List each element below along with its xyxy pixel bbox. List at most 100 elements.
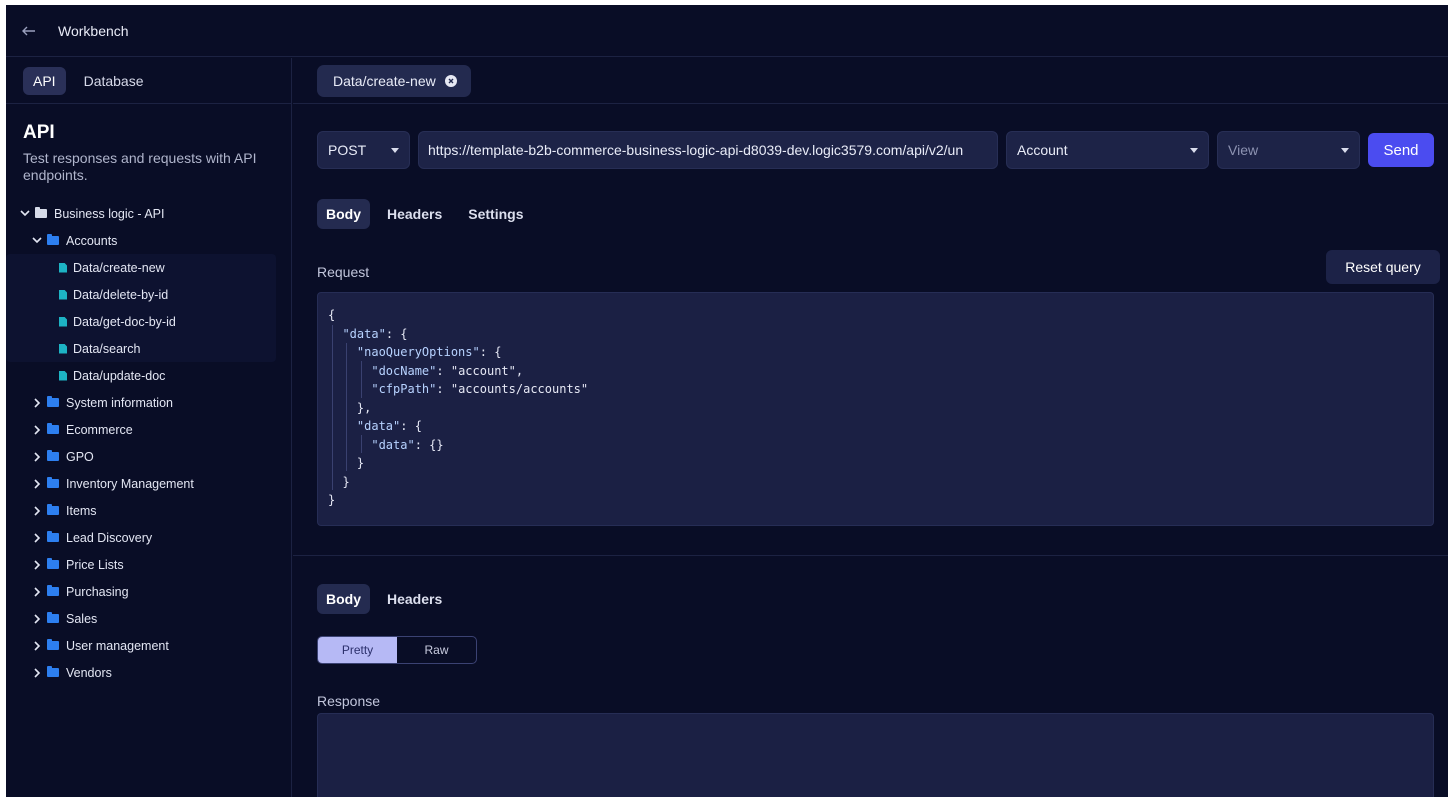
folder-icon bbox=[47, 504, 59, 515]
folder-icon bbox=[47, 477, 59, 488]
tree-folder[interactable]: GPO bbox=[6, 443, 291, 470]
open-tab[interactable]: Data/create-new bbox=[317, 64, 471, 97]
request-tabs: Body Headers Settings bbox=[317, 199, 533, 229]
tree-folder[interactable]: Ecommerce bbox=[6, 416, 291, 443]
code-line: "data": {} bbox=[371, 437, 444, 452]
sidebar-title: API bbox=[23, 122, 55, 143]
code-line: "naoQueryOptions": { bbox=[356, 345, 502, 359]
folder-icon bbox=[47, 666, 59, 677]
tree-folder[interactable]: Vendors bbox=[6, 659, 291, 686]
chevron-right-icon[interactable] bbox=[31, 451, 43, 463]
folder-icon bbox=[47, 558, 59, 569]
chevron-right-icon[interactable] bbox=[31, 505, 43, 517]
tree-root[interactable]: Business logic - API bbox=[6, 200, 291, 227]
caret-down-icon bbox=[1190, 147, 1198, 153]
tree-folder-label: Ecommerce bbox=[66, 422, 133, 437]
response-body-viewer[interactable] bbox=[317, 713, 1434, 797]
tree-folder[interactable]: Price Lists bbox=[6, 551, 291, 578]
response-label: Response bbox=[317, 693, 381, 709]
chevron-right-icon[interactable] bbox=[31, 397, 43, 409]
entity-select[interactable]: Account bbox=[1006, 131, 1209, 169]
top-bar: Workbench bbox=[6, 5, 1448, 57]
file-icon bbox=[59, 262, 67, 273]
tree-file[interactable]: Data/delete-by-id bbox=[6, 281, 291, 308]
tree-folder[interactable]: User management bbox=[6, 632, 291, 659]
chevron-down-icon[interactable] bbox=[31, 235, 43, 247]
folder-icon bbox=[47, 450, 59, 461]
chevron-down-icon[interactable] bbox=[19, 208, 31, 220]
raw-option[interactable]: Raw bbox=[397, 637, 476, 663]
chevron-right-icon[interactable] bbox=[31, 478, 43, 490]
request-row: POST https://template-b2b-commerce-busin… bbox=[317, 131, 1434, 169]
chevron-right-icon[interactable] bbox=[31, 667, 43, 679]
workbench-app: Workbench API Database API Test response… bbox=[6, 5, 1448, 797]
code-line: "docName": "account", bbox=[371, 363, 524, 378]
tree-file[interactable]: Data/create-new bbox=[6, 254, 291, 281]
tree-folder[interactable]: Lead Discovery bbox=[6, 524, 291, 551]
url-input[interactable]: https://template-b2b-commerce-business-l… bbox=[418, 131, 998, 169]
tree-root-label: Business logic - API bbox=[54, 206, 165, 221]
code-line: }, bbox=[328, 400, 372, 415]
tree-file-label: Data/create-new bbox=[73, 260, 165, 275]
code-line: } bbox=[328, 474, 350, 489]
back-arrow-icon[interactable] bbox=[20, 22, 38, 40]
chevron-right-icon[interactable] bbox=[31, 640, 43, 652]
tree-folder[interactable]: Inventory Management bbox=[6, 470, 291, 497]
tree-file[interactable]: Data/update-doc bbox=[6, 362, 291, 389]
caret-down-icon bbox=[1341, 147, 1349, 153]
tab-request-body[interactable]: Body bbox=[317, 199, 370, 229]
tab-database[interactable]: Database bbox=[74, 67, 154, 95]
folder-icon bbox=[47, 639, 59, 650]
tab-request-settings[interactable]: Settings bbox=[459, 199, 532, 229]
file-icon bbox=[59, 289, 67, 300]
main-panel: Data/create-new POST https://template-b2… bbox=[293, 58, 1448, 797]
tree-folder[interactable]: Items bbox=[6, 497, 291, 524]
method-value: POST bbox=[328, 142, 367, 158]
folder-icon bbox=[47, 234, 59, 245]
reset-query-button[interactable]: Reset query bbox=[1326, 250, 1440, 284]
tree-file[interactable]: Data/get-doc-by-id bbox=[6, 308, 291, 335]
code-line: "data": { bbox=[356, 419, 422, 433]
tree-file-label: Data/update-doc bbox=[73, 368, 166, 383]
folder-icon bbox=[47, 612, 59, 623]
close-icon[interactable] bbox=[444, 74, 457, 87]
chevron-right-icon[interactable] bbox=[31, 586, 43, 598]
tree-folder-label: GPO bbox=[66, 449, 94, 464]
pretty-option[interactable]: Pretty bbox=[318, 637, 397, 663]
sidebar-tabs: API Database bbox=[6, 58, 291, 104]
tree-folder-label: Price Lists bbox=[66, 557, 124, 572]
tree-folder-accounts[interactable]: Accounts bbox=[6, 227, 291, 254]
tree-folder-label: Items bbox=[66, 503, 97, 518]
send-button[interactable]: Send bbox=[1368, 133, 1434, 167]
code-line: "data": { bbox=[342, 326, 408, 341]
tree-folder-label: Purchasing bbox=[66, 584, 129, 599]
folder-icon bbox=[47, 423, 59, 434]
tree-folder-label: Inventory Management bbox=[66, 476, 194, 491]
tab-api[interactable]: API bbox=[23, 66, 66, 95]
panel-divider bbox=[293, 555, 1448, 556]
tree-file-label: Data/search bbox=[73, 341, 141, 356]
chevron-right-icon[interactable] bbox=[31, 424, 43, 436]
folder-icon bbox=[47, 585, 59, 596]
tab-response-headers[interactable]: Headers bbox=[378, 584, 451, 614]
tree-folder[interactable]: System information bbox=[6, 389, 291, 416]
tree-file[interactable]: Data/search bbox=[6, 335, 291, 362]
tab-request-headers[interactable]: Headers bbox=[378, 199, 451, 229]
chevron-right-icon[interactable] bbox=[31, 559, 43, 571]
request-body-editor[interactable]: { "data": { "naoQueryOptions": { "docNam… bbox=[317, 292, 1434, 526]
chevron-right-icon[interactable] bbox=[31, 613, 43, 625]
view-select[interactable]: View bbox=[1217, 131, 1360, 169]
code-line: } bbox=[328, 456, 365, 470]
chevron-right-icon[interactable] bbox=[31, 532, 43, 544]
view-placeholder: View bbox=[1228, 142, 1259, 158]
code-line: { bbox=[328, 308, 336, 322]
tree-folder-label: System information bbox=[66, 395, 173, 410]
response-tabs: Body Headers bbox=[317, 584, 451, 614]
entity-value: Account bbox=[1017, 142, 1068, 158]
method-select[interactable]: POST bbox=[317, 131, 410, 169]
tree-folder[interactable]: Purchasing bbox=[6, 578, 291, 605]
tree-folder[interactable]: Sales bbox=[6, 605, 291, 632]
folder-icon bbox=[35, 207, 47, 218]
open-tabs-bar: Data/create-new bbox=[293, 58, 1448, 104]
tab-response-body[interactable]: Body bbox=[317, 584, 370, 614]
